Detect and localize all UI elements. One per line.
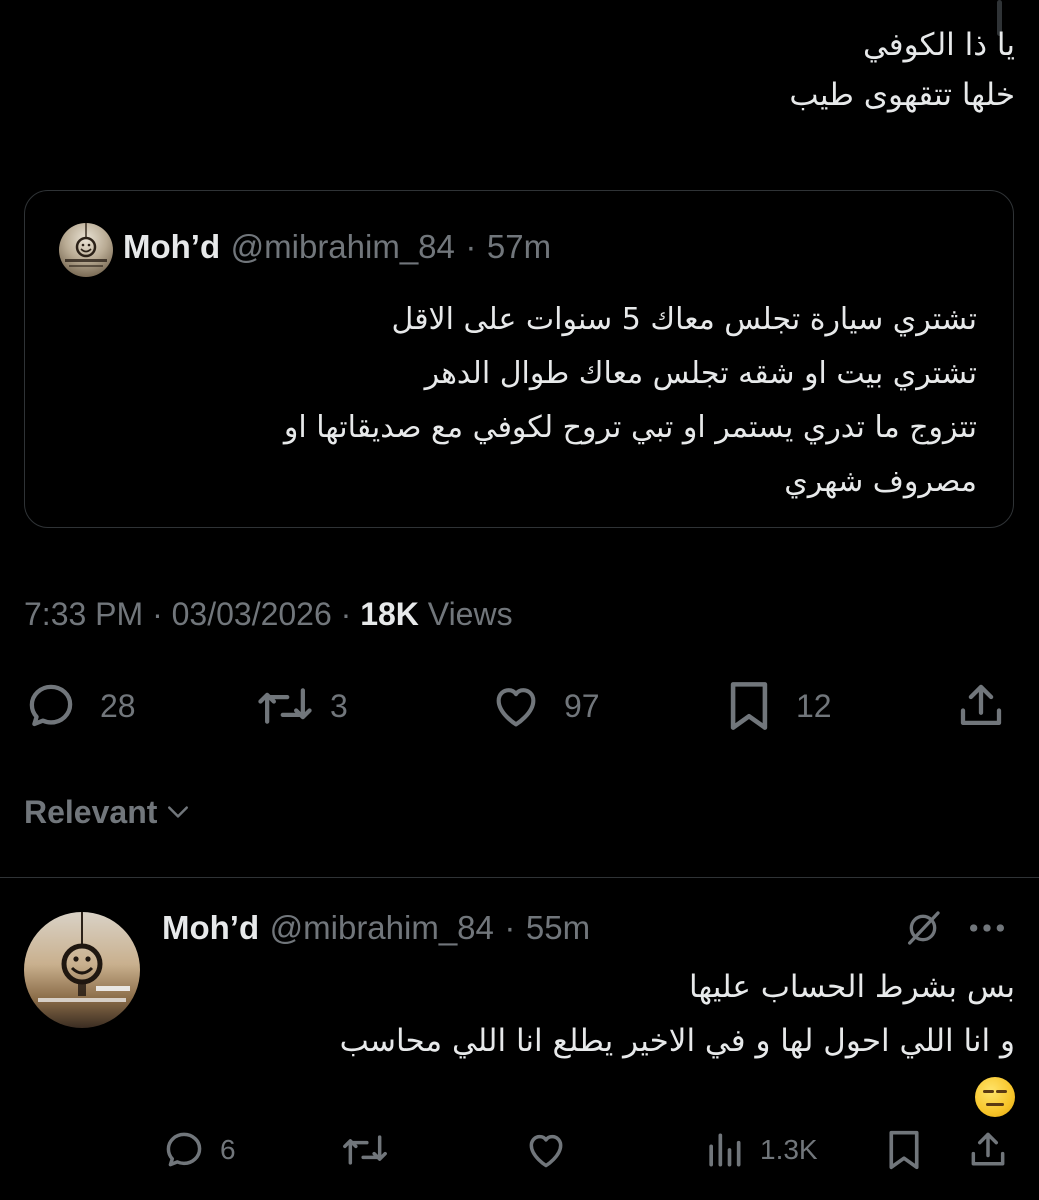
quoted-author-avatar[interactable] [59,223,113,277]
reply-reply-button[interactable]: 6 [162,1124,236,1176]
repost-button[interactable]: 3 [256,676,348,736]
quoted-tweet-text: تشتري سيارة تجلس معاك 5 سنوات على الاقل … [284,293,977,509]
meta-separator-2: · [340,596,352,632]
more-options-button[interactable] [962,908,1012,948]
quoted-author-name[interactable]: Moh’d [123,228,220,265]
tweet-line-2: خلها تتقهوى طيب [789,77,1015,113]
tweet-time[interactable]: 7:33 PM [24,596,143,632]
reply-author-avatar[interactable] [24,912,140,1028]
share-icon [960,684,1002,726]
tweet-text: يا ذا الكوفي خلها تتقهوى طيب [789,20,1015,120]
sort-label: Relevant [24,794,158,830]
grok-icon [908,911,940,945]
reply-action-bar: 6 1.3K [0,1124,1039,1176]
reply-share-button[interactable] [966,1124,1010,1176]
quoted-separator: · [465,228,477,265]
reply-views-button[interactable]: 1.3K [702,1124,818,1176]
reply-line-1: بس بشرط الحساب عليها [689,969,1015,1005]
divider [0,877,1039,878]
reply-text: بس بشرط الحساب عليها و انا اللي احول لها… [340,960,1015,1122]
bookmark-icon [730,682,768,730]
quoted-line-1: تشتري سيارة تجلس معاك 5 سنوات على الاقل [391,302,978,337]
reply-repost-button[interactable] [340,1124,390,1176]
reply-author-handle[interactable]: @mibrahim_84 [270,909,494,946]
grok-button[interactable] [900,908,950,948]
quoted-line-4: مصروف شهري [784,464,977,499]
quoted-timestamp[interactable]: 57m [487,228,551,265]
share-button[interactable] [954,676,1008,736]
reply-count: 28 [100,687,136,724]
bookmark-button[interactable]: 12 [724,676,832,736]
repost-count: 3 [330,687,348,724]
repost-icon [258,688,312,724]
analytics-icon [709,1133,741,1167]
tweet-line-1: يا ذا الكوفي [862,27,1015,63]
quoted-line-2: تشتري بيت او شقه تجلس معاك طوال الدهر [424,356,977,391]
reply-reply-count: 6 [220,1134,236,1165]
quoted-line-3: تتزوج ما تدري يستمر او تبي تروح لكوفي مع… [283,410,977,445]
reply-bookmark-button[interactable] [884,1124,924,1176]
sort-replies-dropdown[interactable]: Relevant [24,790,193,834]
bookmark-count: 12 [796,687,832,724]
repost-icon [343,1135,387,1165]
quoted-tweet-header: Moh’d @mibrahim_84 · 57m [123,227,551,267]
reply-emoji-line [340,1068,1015,1122]
share-icon [971,1132,1005,1166]
views-count: 18K [360,596,419,632]
reply-separator: · [504,909,516,946]
tweet-date[interactable]: 03/03/2026 [172,596,332,632]
meta-separator-1: · [152,596,163,632]
bookmark-icon [889,1130,919,1170]
reply-like-button[interactable] [524,1124,568,1176]
tweet-action-bar: 28 3 97 12 [0,676,1039,736]
views-label: Views [427,596,513,632]
reply-timestamp[interactable]: 55m [526,909,590,946]
chevron-down-icon [168,806,189,818]
heart-icon [529,1134,563,1168]
reply-line-2: و انا اللي احول لها و في الاخير يطلع انا… [339,1023,1015,1059]
reply-icon [29,684,73,727]
quoted-tweet-card[interactable]: Moh’d @mibrahim_84 · 57m تشتري سيارة تجل… [24,190,1014,528]
reply-header: Moh’d @mibrahim_84 · 55m [162,908,590,948]
quoted-author-handle[interactable]: @mibrahim_84 [231,228,455,265]
reply-views-count: 1.3K [760,1134,818,1165]
more-icon [970,924,1004,932]
heart-icon [496,688,536,727]
reply-button[interactable]: 28 [24,676,136,736]
reply-author-name[interactable]: Moh’d [162,909,259,946]
reply-icon [166,1132,202,1167]
like-button[interactable]: 97 [490,676,600,736]
expressionless-face-icon [975,1076,1015,1117]
tweet-meta: 7:33 PM · 03/03/2026 · 18K Views [24,592,513,636]
like-count: 97 [564,687,600,724]
